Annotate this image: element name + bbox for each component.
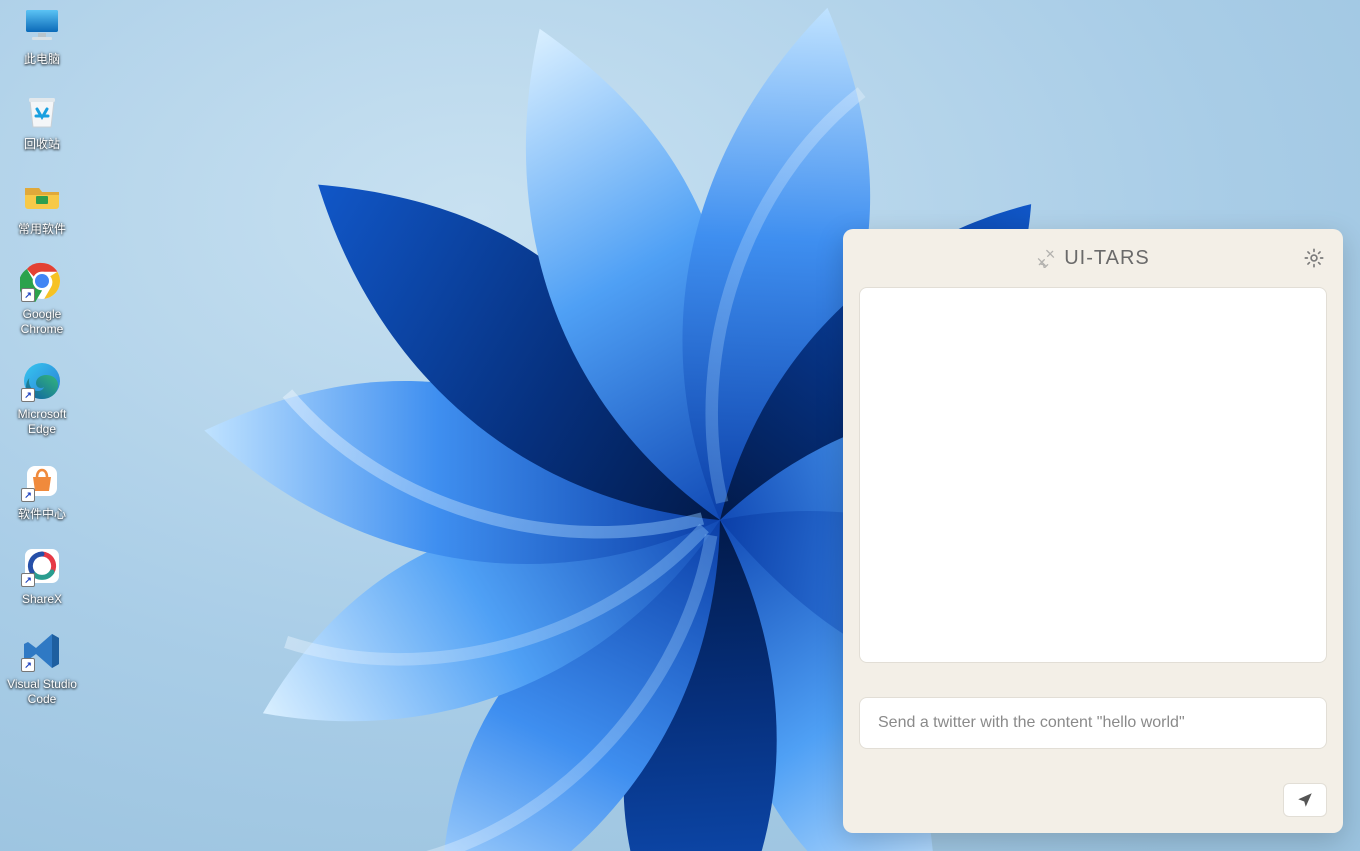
chrome-icon: ↗ <box>20 259 64 303</box>
gear-icon <box>1303 247 1325 269</box>
desktop-icon-recycle-bin[interactable]: 回收站 <box>4 89 80 152</box>
ui-tars-output-area <box>859 287 1327 663</box>
edge-icon: ↗ <box>20 359 64 403</box>
desktop-icon-label: Microsoft Edge <box>4 407 80 437</box>
desktop-icon-label: 回收站 <box>24 137 60 152</box>
ui-tars-input-container <box>859 697 1327 749</box>
ui-tars-title: UI-TARS <box>1064 247 1150 270</box>
desktop-icon-this-pc[interactable]: 此电脑 <box>4 4 80 67</box>
desktop-icon-common-software-folder[interactable]: 常用软件 <box>4 174 80 237</box>
shortcut-arrow-icon: ↗ <box>21 488 35 502</box>
paper-plane-icon <box>1296 791 1314 809</box>
desktop-icon-edge[interactable]: ↗ Microsoft Edge <box>4 359 80 437</box>
desktop-icon-software-center[interactable]: ↗ 软件中心 <box>4 459 80 522</box>
ui-tars-logo-icon <box>1036 248 1056 268</box>
ui-tars-prompt-input[interactable] <box>878 714 1308 732</box>
ui-tars-window: UI-TARS <box>843 229 1343 833</box>
desktop-icon-label: Visual Studio Code <box>4 677 80 707</box>
recycle-bin-icon <box>20 89 64 133</box>
desktop-icon-chrome[interactable]: ↗ Google Chrome <box>4 259 80 337</box>
vscode-icon: ↗ <box>20 629 64 673</box>
settings-button[interactable] <box>1303 247 1325 269</box>
shortcut-arrow-icon: ↗ <box>21 288 35 302</box>
shortcut-arrow-icon: ↗ <box>21 388 35 402</box>
folder-icon <box>20 174 64 218</box>
shortcut-arrow-icon: ↗ <box>21 573 35 587</box>
desktop-icon-sharex[interactable]: ↗ ShareX <box>4 544 80 607</box>
desktop-icon-label: 常用软件 <box>18 222 66 237</box>
desktop-icon-label: ShareX <box>22 592 62 607</box>
desktop-icon-label: 此电脑 <box>24 52 60 67</box>
desktop-icon-vscode[interactable]: ↗ Visual Studio Code <box>4 629 80 707</box>
desktop-icon-label: Google Chrome <box>4 307 80 337</box>
ui-tars-titlebar[interactable]: UI-TARS <box>843 229 1343 287</box>
monitor-icon <box>20 4 64 48</box>
shortcut-arrow-icon: ↗ <box>21 658 35 672</box>
ui-tars-send-button[interactable] <box>1283 783 1327 817</box>
sharex-icon: ↗ <box>20 544 64 588</box>
desktop-icon-grid: 此电脑 回收站 常用软件 <box>4 4 80 707</box>
desktop-icon-label: 软件中心 <box>18 507 66 522</box>
shopping-bag-icon: ↗ <box>20 459 64 503</box>
